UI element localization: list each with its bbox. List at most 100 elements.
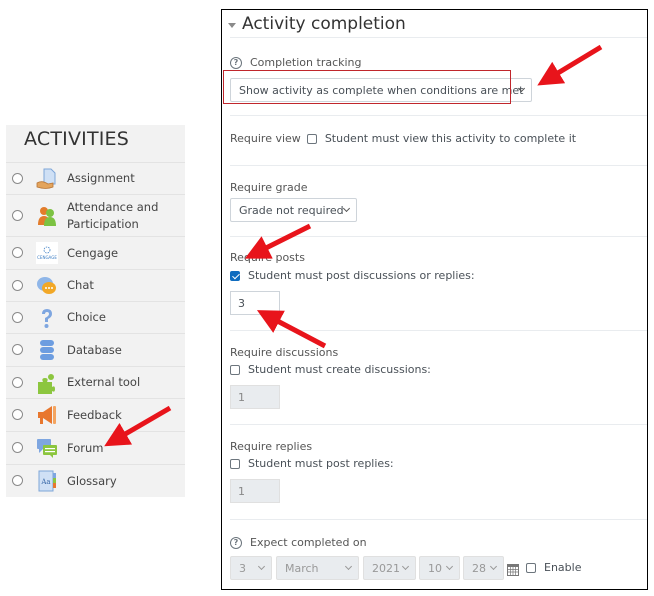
activity-label: Assignment (67, 171, 135, 185)
require-view-checkbox-label: Student must view this activity to compl… (324, 132, 577, 145)
activities-title: ACTIVITIES (24, 128, 130, 150)
radio-button[interactable] (12, 344, 23, 355)
help-icon[interactable]: ? (230, 56, 242, 69)
require-replies-input[interactable]: 1 (230, 479, 280, 503)
require-discussions-label: Require discussions (230, 346, 339, 359)
month-select[interactable]: March (276, 556, 359, 580)
require-discussions-row: Student must create discussions: (230, 363, 431, 376)
radio-button[interactable] (12, 173, 23, 184)
selected-value: Grade not required (239, 203, 344, 217)
require-posts-input[interactable]: 3 (230, 291, 280, 315)
radio-button[interactable] (12, 409, 23, 420)
divider (230, 37, 647, 38)
highlight-box (223, 70, 511, 104)
label-text: Expect completed on (250, 536, 367, 549)
selected-value: 2021 (372, 561, 400, 575)
activity-item-forum[interactable]: Forum (6, 431, 185, 464)
chevron-down-icon (445, 562, 454, 571)
require-discussions-checkbox[interactable] (230, 364, 240, 375)
year-select[interactable]: 2021 (363, 556, 416, 580)
database-icon (36, 339, 58, 361)
svg-text:Aa: Aa (40, 478, 50, 486)
svg-text:CENGAGE: CENGAGE (37, 255, 57, 260)
divider (230, 424, 647, 425)
activity-label: Attendance and Participation (67, 199, 158, 233)
radio-button[interactable] (12, 475, 23, 486)
completion-tracking-label: ? Completion tracking (230, 56, 362, 69)
feedback-icon (36, 404, 58, 426)
enable-label: Enable (544, 561, 582, 574)
section-title: Activity completion (242, 14, 406, 34)
divider (230, 236, 647, 237)
activity-label: Database (67, 343, 122, 357)
hour-select[interactable]: 10 (419, 556, 460, 580)
collapse-caret-icon[interactable] (228, 22, 236, 28)
chevron-down-icon (344, 562, 353, 571)
calendar-icon[interactable] (507, 561, 519, 580)
activity-label-line1: Attendance and (67, 200, 159, 214)
radio-button[interactable] (12, 312, 23, 323)
selected-value: March (285, 561, 319, 575)
selected-value: 28 (472, 561, 486, 575)
chevron-down-icon (257, 562, 266, 571)
activity-item-choice[interactable]: Choice (6, 301, 185, 333)
expect-completed-label: ? Expect completed on (230, 536, 367, 549)
activity-item-glossary[interactable]: Aa Glossary (6, 464, 185, 497)
external-tool-icon (36, 372, 58, 394)
activity-label: External tool (67, 375, 141, 389)
require-posts-row: Student must post discussions or replies… (230, 269, 475, 282)
activities-panel: ACTIVITIES Assignment Attendance and Par… (6, 125, 185, 497)
chevron-down-icon (401, 562, 410, 571)
section-header[interactable]: Activity completion (228, 12, 406, 36)
choice-icon (36, 307, 58, 329)
chevron-down-icon (342, 204, 351, 213)
require-replies-row: Student must post replies: (230, 457, 394, 470)
activity-item-database[interactable]: Database (6, 333, 185, 366)
enable-checkbox[interactable] (526, 562, 536, 573)
radio-button[interactable] (12, 247, 23, 258)
divider (230, 165, 647, 166)
require-replies-label: Require replies (230, 440, 313, 453)
activity-label: Chat (67, 278, 94, 292)
help-icon[interactable]: ? (230, 536, 242, 549)
require-view-checkbox[interactable] (306, 133, 317, 144)
glossary-icon: Aa (36, 470, 58, 492)
divider (230, 519, 647, 520)
activity-item-assignment[interactable]: Assignment (6, 162, 185, 194)
require-discussions-checkbox-label: Student must create discussions: (248, 363, 431, 376)
activity-label-line2: Participation (67, 217, 139, 231)
require-replies-checkbox[interactable] (230, 458, 240, 469)
divider (230, 115, 647, 116)
activity-label: Forum (67, 441, 104, 455)
activity-item-attendance[interactable]: Attendance and Participation (6, 194, 185, 236)
radio-button[interactable] (12, 377, 23, 388)
require-posts-checkbox-label: Student must post discussions or replies… (248, 269, 475, 282)
forum-icon (36, 437, 58, 459)
require-posts-checkbox[interactable] (230, 270, 240, 281)
require-view-label: Require view (230, 132, 301, 145)
radio-button[interactable] (12, 442, 23, 453)
activity-item-cengage[interactable]: CENGAGE Cengage (6, 236, 185, 269)
require-view-row: Require view Student must view this acti… (230, 132, 576, 145)
activity-label: Choice (67, 310, 106, 324)
radio-button[interactable] (12, 210, 23, 221)
require-grade-select[interactable]: Grade not required (230, 198, 357, 222)
activity-item-chat[interactable]: Chat (6, 269, 185, 301)
activity-label: Cengage (67, 246, 119, 260)
activity-item-external-tool[interactable]: External tool (6, 366, 185, 398)
cengage-icon: CENGAGE (36, 242, 58, 264)
chevron-down-icon (489, 562, 498, 571)
require-posts-label: Require posts (230, 251, 305, 264)
assignment-icon (36, 168, 58, 190)
selected-value: 3 (239, 561, 246, 575)
label-text: Completion tracking (250, 56, 362, 69)
activity-label: Feedback (67, 408, 122, 422)
divider (230, 330, 647, 331)
day-select[interactable]: 3 (230, 556, 272, 580)
minute-select[interactable]: 28 (463, 556, 504, 580)
activity-item-feedback[interactable]: Feedback (6, 398, 185, 431)
require-discussions-input[interactable]: 1 (230, 385, 280, 409)
radio-button[interactable] (12, 280, 23, 291)
activity-label: Glossary (67, 474, 117, 488)
require-grade-label: Require grade (230, 181, 308, 194)
